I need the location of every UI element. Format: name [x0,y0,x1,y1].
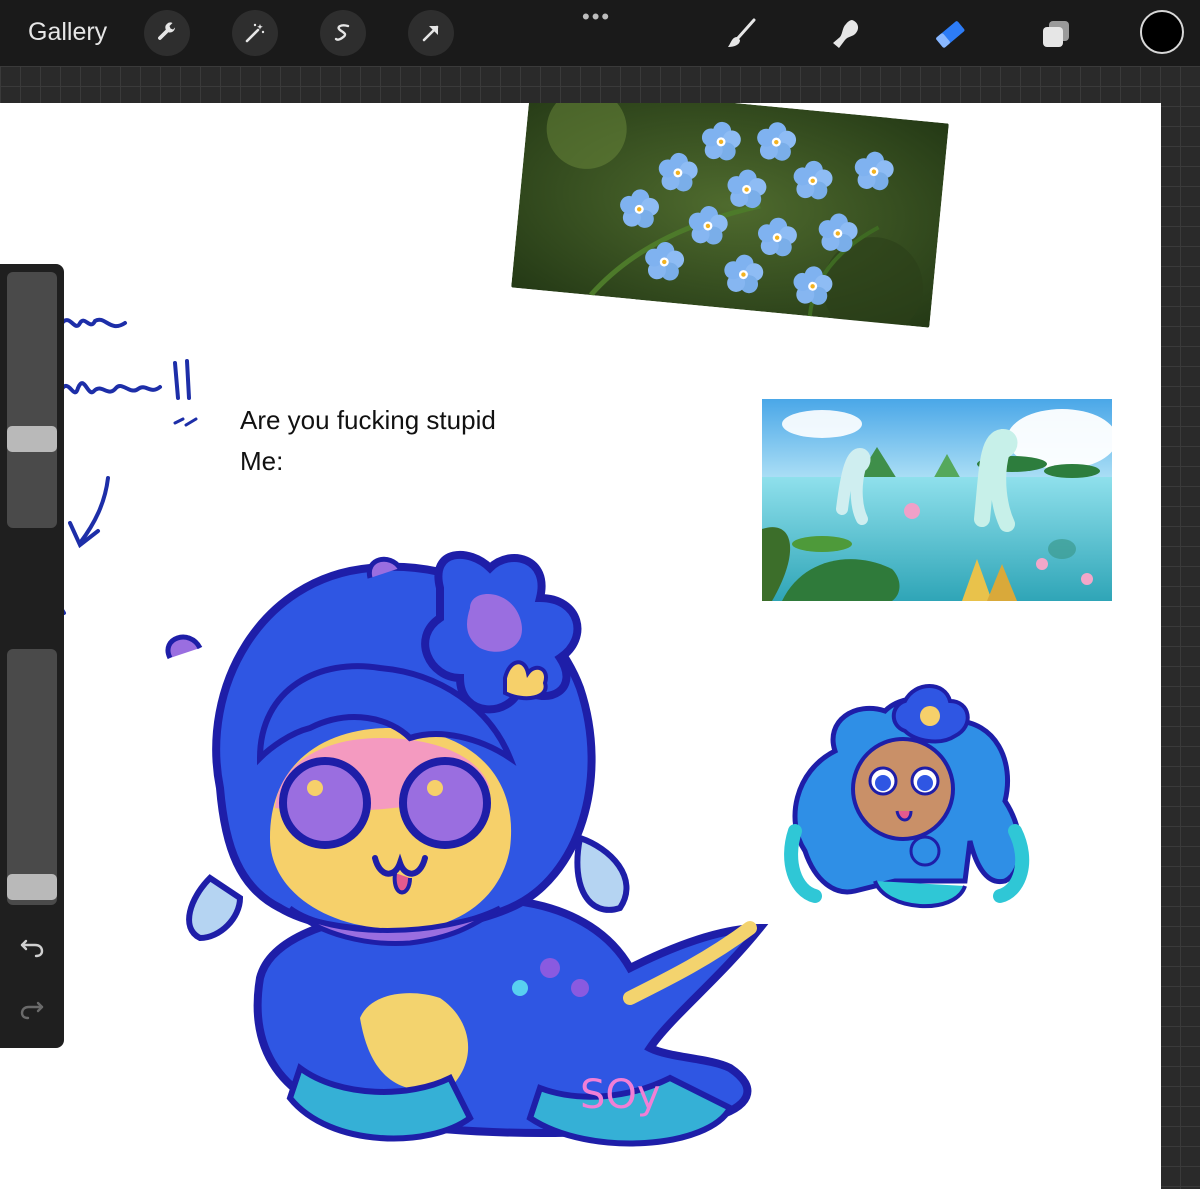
opacity-slider-thumb[interactable] [7,874,57,901]
layers-icon [1043,21,1069,47]
big-character-drawing[interactable]: SOy [110,458,830,1178]
left-sidebar [0,264,64,1048]
undo-icon [20,939,44,958]
transform-arrow-icon [422,25,439,42]
color-swatch[interactable] [1140,10,1184,54]
meme-text-line-1: Are you fucking stupid [240,405,496,435]
more-dots-icon[interactable]: ••• [582,6,611,28]
undo-button[interactable] [18,932,46,960]
artist-signature: SOy [580,1072,661,1118]
transform-button[interactable] [408,10,454,56]
magic-wand-icon [245,23,265,43]
eraser-tool-button[interactable] [930,14,970,54]
smudge-tool-button[interactable] [826,14,866,54]
layers-button[interactable] [1036,14,1076,54]
drawing-canvas[interactable]: Are you fucking stupid Me: SOy [0,103,1161,1189]
selection-button[interactable] [320,10,366,56]
brush-size-slider-thumb[interactable] [7,426,57,453]
smudge-icon [833,20,859,48]
forget-me-not-photo[interactable] [511,103,949,328]
small-character-drawing[interactable] [775,681,1045,926]
eraser-icon [936,21,965,48]
actions-button[interactable] [144,10,190,56]
wrench-icon [158,22,176,40]
brush-tool-button[interactable] [722,14,762,54]
redo-button[interactable] [18,994,46,1022]
redo-icon [20,1001,44,1020]
adjustments-button[interactable] [232,10,278,56]
brush-icon [728,18,756,47]
gallery-button[interactable]: Gallery [28,18,107,47]
top-toolbar: Gallery ••• [0,0,1200,66]
selection-icon [334,24,350,41]
brush-size-slider[interactable] [7,272,57,528]
opacity-slider[interactable] [7,649,57,905]
